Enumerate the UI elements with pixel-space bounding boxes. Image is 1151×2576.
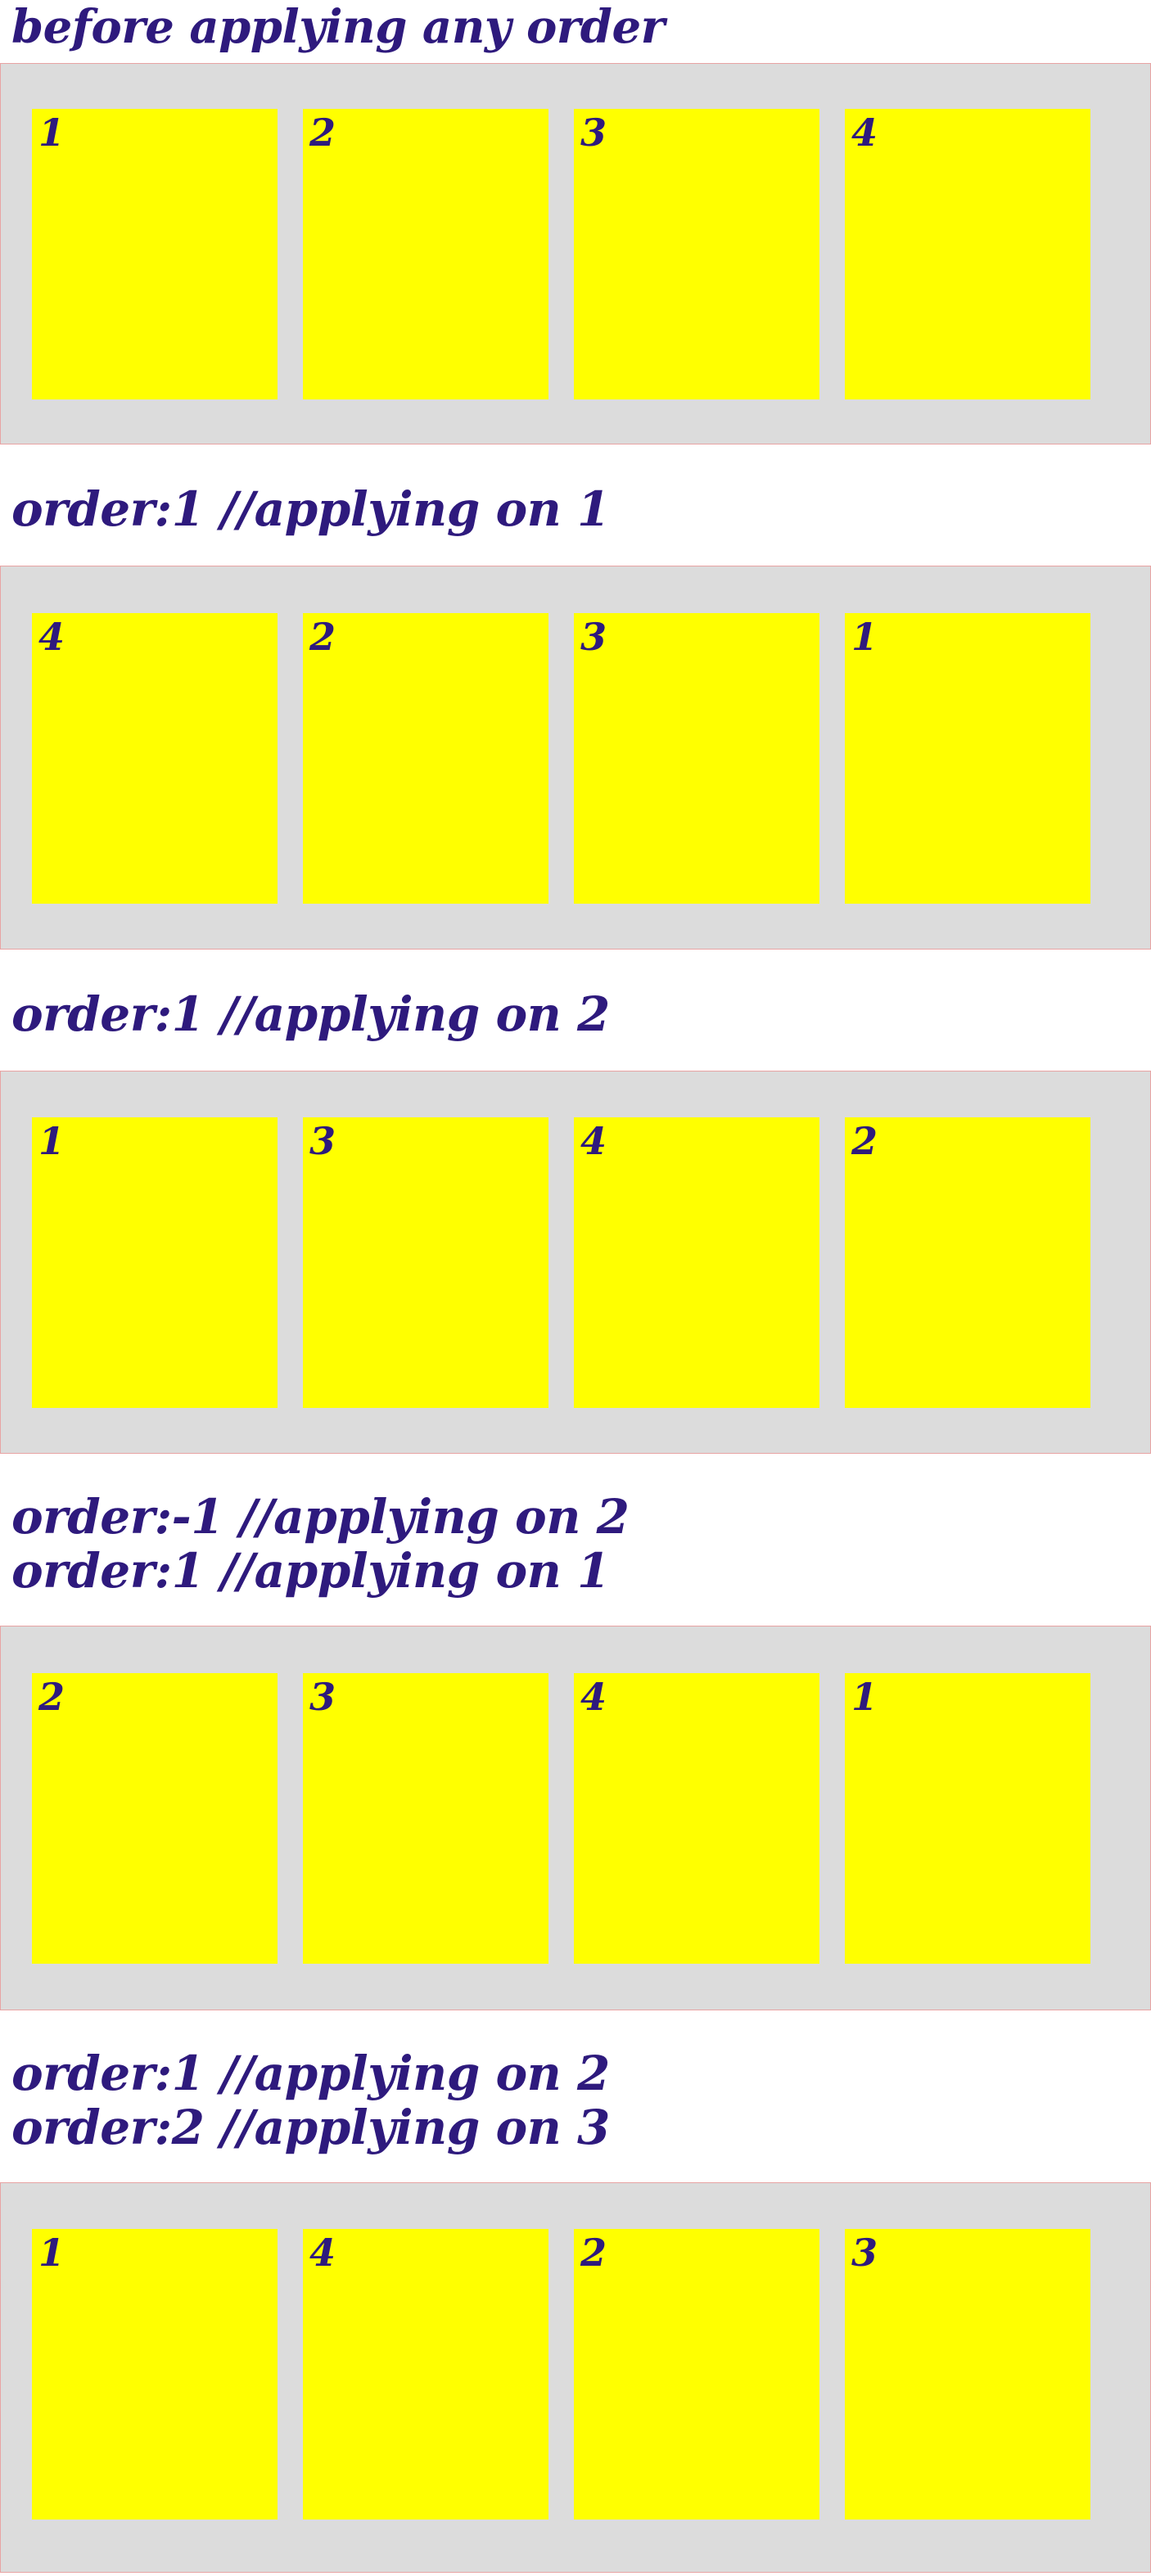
flex-item: 4: [32, 612, 278, 904]
caption-line: order:-1 //applying on 2: [11, 1489, 630, 1545]
section-caption: order:1 //applying on 2: [0, 950, 1151, 1071]
flex-item: 4: [845, 108, 1090, 399]
flex-item: 1: [32, 2229, 278, 2520]
flex-item: 2: [32, 1673, 278, 1965]
caption-line: order:1 //applying on 1: [11, 1543, 610, 1599]
section-caption: order:-1 //applying on 2 order:1 //apply…: [0, 1454, 1151, 1626]
flex-item-label: 1: [38, 1119, 65, 1164]
demo-section: order:1 //applying on 2 order:2 //applyi…: [0, 2010, 1151, 2574]
flex-item: 3: [845, 2229, 1090, 2520]
flex-item: 2: [574, 2229, 819, 2520]
flex-item-label: 2: [851, 1119, 878, 1164]
caption-line: order:2 //applying on 3: [11, 2100, 610, 2156]
flex-item-label: 2: [309, 110, 336, 155]
flex-item: 1: [32, 108, 278, 399]
section-caption: order:1 //applying on 1: [0, 444, 1151, 566]
flex-item-label: 4: [580, 1675, 607, 1720]
flex-item: 3: [303, 1117, 548, 1409]
flex-item-label: 3: [580, 614, 607, 659]
flex-item-label: 1: [851, 614, 878, 659]
flex-container: 1 3 4 2: [0, 1071, 1151, 1455]
flex-container: 1 4 2 3: [0, 2182, 1151, 2574]
demo-section: order:1 //applying on 1 4 2 3 1: [0, 444, 1151, 950]
flex-item: 1: [32, 1117, 278, 1409]
flex-item-label: 1: [851, 1675, 878, 1720]
caption-line: before applying any order: [11, 0, 665, 54]
flex-item-label: 3: [851, 2231, 878, 2276]
flex-item-label: 1: [38, 2231, 65, 2276]
flex-item-label: 4: [309, 2231, 336, 2276]
flex-order-demo-page: before applying any order 1 2 3 4 order:…: [0, 0, 1151, 2574]
flex-item-label: 2: [38, 1675, 65, 1720]
demo-section: before applying any order 1 2 3 4: [0, 0, 1151, 444]
caption-line: order:1 //applying on 1: [11, 480, 610, 537]
flex-item-label: 4: [580, 1119, 607, 1164]
flex-item-label: 3: [309, 1675, 336, 1720]
demo-section: order:-1 //applying on 2 order:1 //apply…: [0, 1454, 1151, 2011]
demo-section: order:1 //applying on 2 1 3 4 2: [0, 950, 1151, 1455]
flex-item: 4: [574, 1673, 819, 1965]
flex-item-label: 4: [851, 110, 878, 155]
flex-item: 2: [303, 108, 548, 399]
flex-item: 3: [574, 108, 819, 399]
flex-item: 3: [303, 1673, 548, 1965]
section-caption: order:1 //applying on 2 order:2 //applyi…: [0, 2010, 1151, 2182]
flex-item: 3: [574, 612, 819, 904]
section-caption: before applying any order: [0, 0, 1151, 63]
flex-item-label: 3: [309, 1119, 336, 1164]
flex-item-label: 3: [580, 110, 607, 155]
flex-container: 2 3 4 1: [0, 1626, 1151, 2011]
flex-item: 4: [303, 2229, 548, 2520]
flex-container: 1 2 3 4: [0, 62, 1151, 444]
flex-item: 1: [845, 1673, 1090, 1965]
flex-item: 1: [845, 612, 1090, 904]
flex-item-label: 4: [38, 614, 65, 659]
flex-item: 2: [303, 612, 548, 904]
flex-item: 2: [845, 1117, 1090, 1409]
flex-item-label: 2: [309, 614, 336, 659]
flex-item: 4: [574, 1117, 819, 1409]
caption-line: order:1 //applying on 2: [11, 2046, 610, 2102]
caption-line: order:1 //applying on 2: [11, 986, 610, 1042]
flex-item-label: 2: [580, 2231, 607, 2276]
flex-container: 4 2 3 1: [0, 565, 1151, 950]
flex-item-label: 1: [38, 110, 65, 155]
